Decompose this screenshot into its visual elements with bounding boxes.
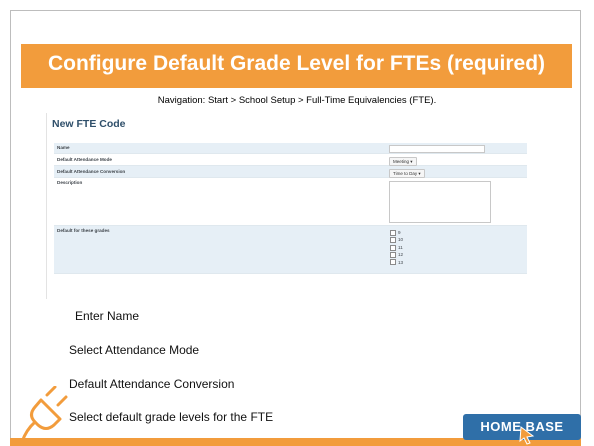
checkbox[interactable] [390,229,396,236]
checkbox[interactable] [390,244,396,251]
attendance-mode-value: Meeting [393,159,410,164]
grade-option[interactable]: 10 [390,236,403,244]
attendance-mode-row: Default Attendance Mode Meeting ▾ [54,154,527,166]
plug-icon [20,386,68,444]
cursor-arrow-icon [519,426,535,445]
instruction-attendance-conversion: Default Attendance Conversion [69,377,235,391]
fte-form-table: Name Default Attendance Mode Meeting ▾ D… [54,143,527,274]
description-label: Description [57,180,83,185]
instruction-enter-name: Enter Name [75,309,140,323]
title-banner: Configure Default Grade Level for FTEs (… [21,44,572,88]
grade-option[interactable]: 12 [390,251,403,258]
chevron-down-icon: ▾ [410,159,413,164]
attendance-conversion-value: Time to Day [393,171,418,176]
checkbox[interactable] [390,237,396,244]
checkbox[interactable] [390,251,396,258]
grade-option[interactable]: 11 [390,244,403,251]
name-input[interactable] [389,145,485,153]
attendance-mode-label: Default Attendance Mode [57,157,112,162]
attendance-conversion-label: Default Attendance Conversion [57,169,126,174]
grade-option[interactable]: 9 [390,229,403,236]
form-heading: New FTE Code [52,118,126,130]
instruction-attendance-mode: Select Attendance Mode [69,343,200,357]
attendance-conversion-row: Default Attendance Conversion Time to Da… [54,166,527,178]
description-textarea[interactable] [389,181,491,223]
navigation-path: Navigation: Start > School Setup > Full-… [157,95,437,106]
checkbox[interactable] [390,259,396,266]
attendance-mode-select[interactable]: Meeting ▾ [389,157,417,166]
attendance-conversion-select[interactable]: Time to Day ▾ [389,169,425,178]
instruction-grade-levels: Select default grade levels for the FTE [69,410,274,424]
fte-form-screenshot: New FTE Code Name Default Attendance Mod… [46,113,532,299]
chevron-down-icon: ▾ [418,171,421,176]
description-row: Description [54,178,527,226]
slide-title: Configure Default Grade Level for FTEs (… [47,52,546,75]
name-row: Name [54,143,527,154]
grade-option[interactable]: 13 [390,259,403,266]
name-label: Name [57,145,70,150]
grades-label: Default for these grades [57,228,110,233]
grades-checkbox-list: 9 10 11 12 13 [390,229,403,266]
grades-row: Default for these grades 9 10 11 12 13 [54,226,527,274]
